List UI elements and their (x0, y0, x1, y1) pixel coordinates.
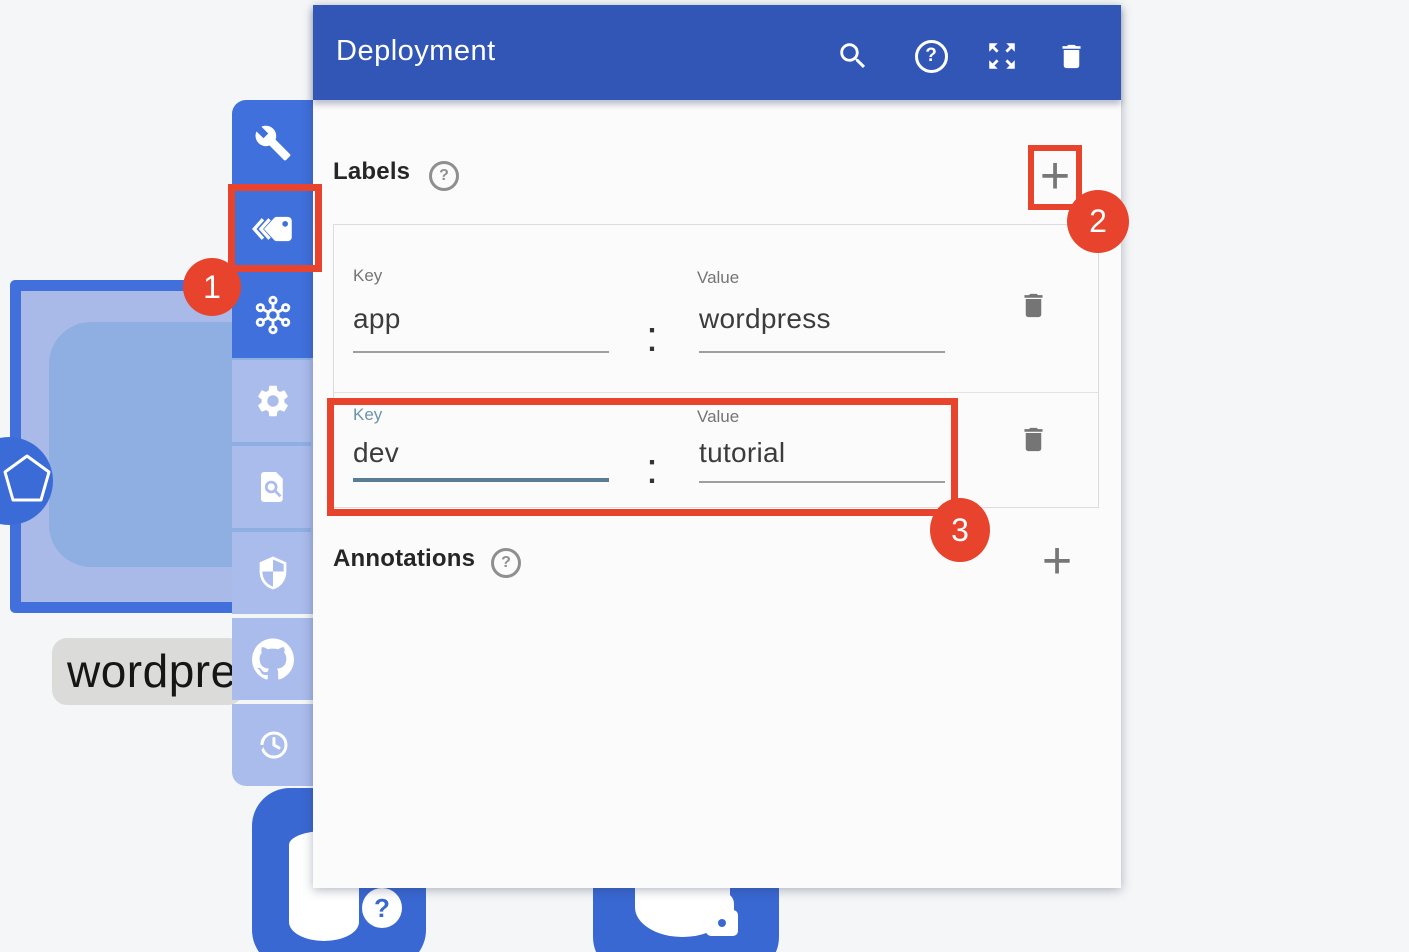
key-underline (353, 351, 609, 353)
delete-row-button[interactable] (1017, 419, 1049, 459)
key-input[interactable]: app (353, 303, 401, 335)
row-divider (334, 392, 1098, 393)
gear-icon (254, 382, 292, 420)
value-field-label: Value (697, 268, 739, 288)
sidebar-item-history[interactable] (232, 704, 313, 786)
value-underline (699, 351, 945, 353)
annotations-help-button[interactable]: ? (491, 548, 521, 578)
sidebar-item-build[interactable] (232, 100, 313, 186)
step1-badge: 1 (183, 258, 241, 316)
search-icon (836, 39, 870, 73)
wrench-icon (254, 124, 292, 162)
step3-highlight-box (327, 398, 958, 516)
history-icon (254, 726, 292, 764)
document-search-icon (255, 469, 291, 505)
hub-icon (253, 295, 293, 335)
trash-icon (1018, 422, 1049, 457)
step-number: 2 (1089, 203, 1107, 240)
add-annotation-button[interactable]: + (1037, 542, 1077, 582)
node-caption: wordpress (52, 638, 243, 705)
question-glyph: ? (374, 893, 390, 924)
annotations-section-title: Annotations (333, 545, 475, 573)
kv-colon: : (634, 315, 670, 359)
search-button[interactable] (833, 36, 873, 76)
pentagon-icon (0, 450, 53, 508)
step-number: 3 (951, 512, 969, 549)
panel-title: Deployment (336, 35, 496, 68)
delete-row-button[interactable] (1017, 285, 1049, 325)
step1-highlight-box (228, 184, 322, 272)
help-icon: ? (915, 40, 948, 73)
help-glyph: ? (501, 554, 511, 572)
trash-icon (1056, 41, 1087, 72)
shield-icon (255, 555, 291, 591)
question-badge: ? (362, 888, 402, 928)
sidebar-item-security[interactable] (232, 532, 313, 614)
sidebar-item-settings[interactable] (232, 360, 313, 442)
step-number: 1 (203, 269, 221, 306)
expand-icon (985, 39, 1019, 73)
panel-header: Deployment ? (313, 5, 1121, 100)
expand-button[interactable] (982, 36, 1022, 76)
labels-section-title: Labels (333, 158, 410, 186)
value-input[interactable]: wordpress (699, 303, 831, 335)
github-icon (252, 638, 294, 680)
lock-icon (702, 890, 742, 940)
help-button[interactable]: ? (911, 36, 951, 76)
labels-help-button[interactable]: ? (429, 161, 459, 191)
delete-button[interactable] (1051, 36, 1091, 76)
help-glyph: ? (925, 45, 937, 67)
sidebar-item-network[interactable] (232, 272, 313, 358)
node-caption-label: wordpress (52, 638, 243, 704)
step2-badge: 2 (1067, 190, 1129, 253)
trash-icon (1018, 288, 1049, 323)
help-glyph: ? (439, 167, 449, 185)
key-field-label: Key (353, 266, 382, 286)
step3-badge: 3 (930, 498, 990, 562)
app-canvas: wordpress ? (0, 0, 1409, 952)
sidebar-item-inspect[interactable] (232, 446, 313, 528)
sidebar-item-github[interactable] (232, 618, 313, 700)
